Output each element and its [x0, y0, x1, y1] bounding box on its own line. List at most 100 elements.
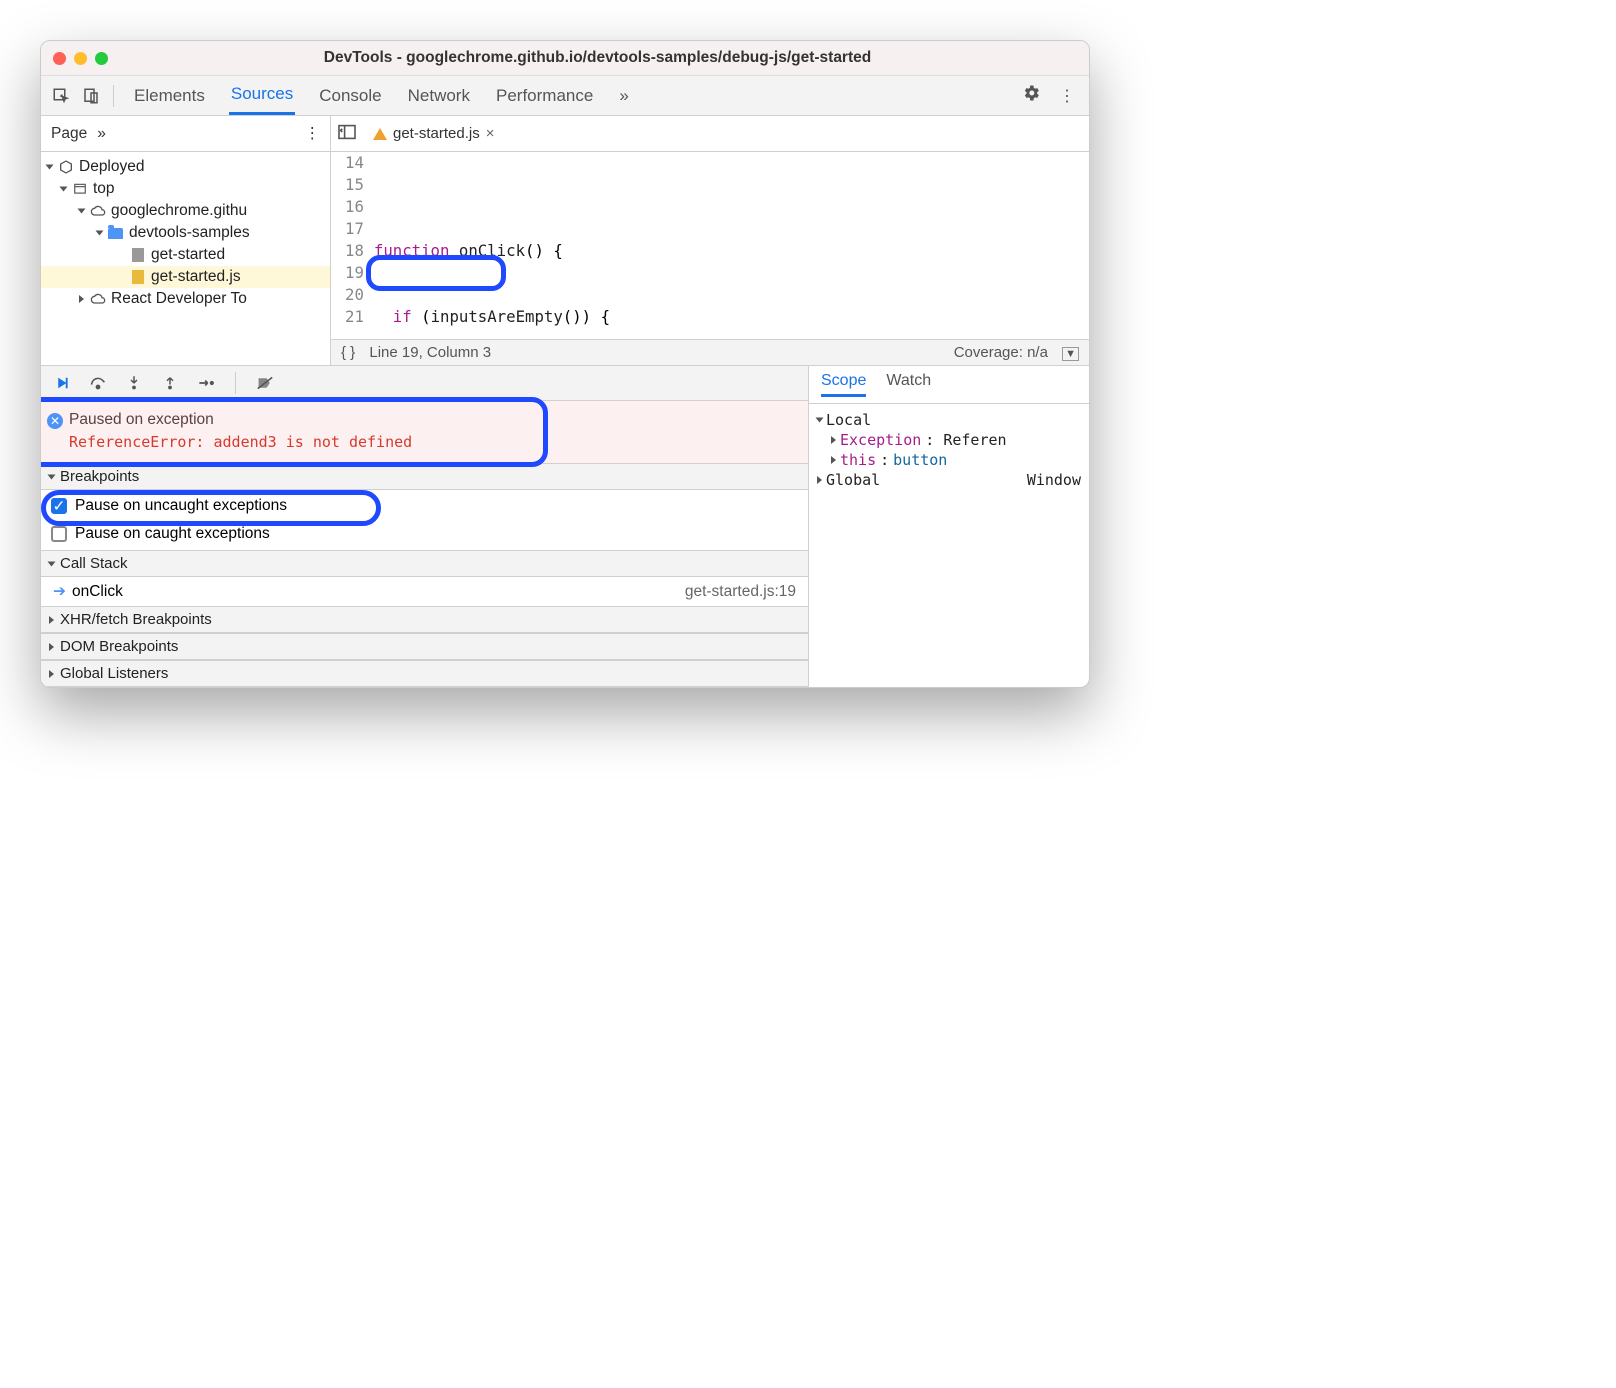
error-badge-icon: ✕ — [47, 413, 63, 429]
caret-icon — [78, 209, 86, 214]
caret-icon — [817, 476, 822, 484]
tab-sources[interactable]: Sources — [229, 76, 295, 115]
tree-label: get-started.js — [151, 268, 241, 286]
section-xhr-breakpoints[interactable]: XHR/fetch Breakpoints — [41, 606, 808, 633]
tree-deployed[interactable]: Deployed — [41, 156, 330, 178]
resume-button[interactable] — [49, 370, 75, 396]
tab-console[interactable]: Console — [317, 78, 383, 114]
tab-performance[interactable]: Performance — [494, 78, 595, 114]
caret-icon — [49, 616, 54, 624]
zoom-window-button[interactable] — [95, 52, 108, 65]
coverage-toggle-icon[interactable]: ▼ — [1062, 347, 1079, 361]
scope-exception[interactable]: Exception: Referen — [813, 430, 1085, 450]
tree-extension[interactable]: React Developer To — [41, 288, 330, 310]
navigator-tab-page[interactable]: Page — [51, 125, 87, 143]
cloud-icon — [89, 291, 106, 308]
callstack-frame[interactable]: ➔onClick get-started.js:19 — [41, 577, 808, 606]
editor-tabbar: get-started.js × — [331, 116, 1089, 152]
tree-folder[interactable]: devtools-samples — [41, 222, 330, 244]
close-window-button[interactable] — [53, 52, 66, 65]
scope-panel: Scope Watch Local Exception: Referen thi… — [809, 366, 1089, 687]
divider — [113, 85, 114, 107]
caret-icon — [46, 165, 54, 170]
navigator-more-icon[interactable]: ⋮ — [305, 124, 321, 143]
frame-function: onClick — [72, 583, 123, 600]
scope-tabs: Scope Watch — [809, 366, 1089, 404]
pause-title: Paused on exception — [69, 411, 794, 429]
more-menu-icon[interactable]: ⋮ — [1051, 86, 1083, 106]
tree-domain[interactable]: googlechrome.githu — [41, 200, 330, 222]
scope-tree: Local Exception: Referen this: button Gl… — [809, 404, 1089, 496]
editor-status-bar: { } Line 19, Column 3 Coverage: n/a ▼ — [331, 339, 1089, 365]
tree-file-js[interactable]: get-started.js — [41, 266, 330, 288]
debugger-toolbar — [41, 366, 808, 401]
section-callstack[interactable]: Call Stack — [41, 550, 808, 577]
section-breakpoints[interactable]: Breakpoints — [41, 463, 808, 490]
pretty-print-icon[interactable]: { } — [341, 344, 355, 361]
tree-label: get-started — [151, 246, 225, 264]
caret-icon — [816, 418, 824, 423]
step-out-button[interactable] — [157, 370, 183, 396]
panel-tabs: Elements Sources Console Network Perform… — [132, 76, 1011, 115]
toggle-navigator-icon[interactable] — [337, 124, 357, 144]
tab-elements[interactable]: Elements — [132, 78, 207, 114]
minimize-window-button[interactable] — [74, 52, 87, 65]
deactivate-breakpoints-button[interactable] — [252, 370, 278, 396]
cursor-position: Line 19, Column 3 — [369, 344, 491, 361]
caret-icon — [831, 456, 836, 464]
pause-caught-checkbox-row[interactable]: Pause on caught exceptions — [41, 520, 808, 548]
traffic-lights — [53, 52, 108, 65]
device-toggle-icon[interactable] — [77, 82, 105, 110]
tab-scope[interactable]: Scope — [821, 372, 866, 397]
navigator-tabs-overflow[interactable]: » — [97, 125, 106, 143]
checkbox-off-icon[interactable] — [51, 526, 67, 542]
scope-this[interactable]: this: button — [813, 450, 1085, 470]
pause-message: ReferenceError: addend3 is not defined — [69, 433, 794, 451]
code-lines: function onClick() { if (inputsAreEmpty(… — [374, 152, 1089, 339]
editor-file-tab[interactable]: get-started.js × — [365, 121, 502, 146]
tree-file-html[interactable]: get-started — [41, 244, 330, 266]
checkbox-label: Pause on caught exceptions — [75, 525, 270, 543]
inspect-element-icon[interactable] — [47, 82, 75, 110]
section-dom-breakpoints[interactable]: DOM Breakpoints — [41, 633, 808, 660]
tree-label: Deployed — [79, 158, 145, 176]
line-gutter: 14 15 16 17 18 19 20 21 — [331, 152, 374, 339]
navigator-panel: Page » ⋮ Deployed top — [41, 116, 331, 365]
tab-watch[interactable]: Watch — [886, 372, 931, 397]
tree-label: React Developer To — [111, 290, 247, 308]
tab-network[interactable]: Network — [406, 78, 472, 114]
tabs-overflow[interactable]: » — [617, 78, 630, 114]
caret-icon — [60, 187, 68, 192]
checkbox-label: Pause on uncaught exceptions — [75, 497, 287, 515]
caret-icon — [49, 643, 54, 651]
step-button[interactable] — [193, 370, 219, 396]
settings-icon[interactable] — [1013, 83, 1049, 108]
debugger-left: ✕ Paused on exception ReferenceError: ad… — [41, 366, 809, 687]
step-over-button[interactable] — [85, 370, 111, 396]
devtools-window: DevTools - googlechrome.github.io/devtoo… — [40, 40, 1090, 688]
panel-toolbar: Elements Sources Console Network Perform… — [41, 76, 1089, 116]
pause-uncaught-checkbox-row[interactable]: ✓ Pause on uncaught exceptions — [41, 492, 808, 520]
divider — [235, 372, 236, 394]
scope-global[interactable]: Global Window — [813, 470, 1085, 490]
coverage-label: Coverage: n/a — [954, 344, 1048, 361]
warning-icon — [373, 128, 387, 140]
file-icon — [132, 248, 144, 262]
frame-icon — [71, 181, 88, 198]
deploy-icon — [57, 159, 74, 176]
section-global-listeners[interactable]: Global Listeners — [41, 660, 808, 687]
caret-icon — [79, 295, 84, 303]
close-tab-icon[interactable]: × — [486, 125, 495, 142]
tree-top[interactable]: top — [41, 178, 330, 200]
file-tab-label: get-started.js — [393, 125, 480, 142]
pause-banner: ✕ Paused on exception ReferenceError: ad… — [41, 401, 808, 463]
sources-main: Page » ⋮ Deployed top — [41, 116, 1089, 366]
code-view[interactable]: 14 15 16 17 18 19 20 21 function onClick… — [331, 152, 1089, 339]
caret-icon — [831, 436, 836, 444]
js-file-icon — [132, 270, 144, 284]
step-into-button[interactable] — [121, 370, 147, 396]
folder-icon — [108, 228, 123, 239]
checkbox-on-icon[interactable]: ✓ — [51, 498, 67, 514]
file-tree: Deployed top googlechrome.githu — [41, 152, 330, 365]
scope-local[interactable]: Local — [813, 410, 1085, 430]
